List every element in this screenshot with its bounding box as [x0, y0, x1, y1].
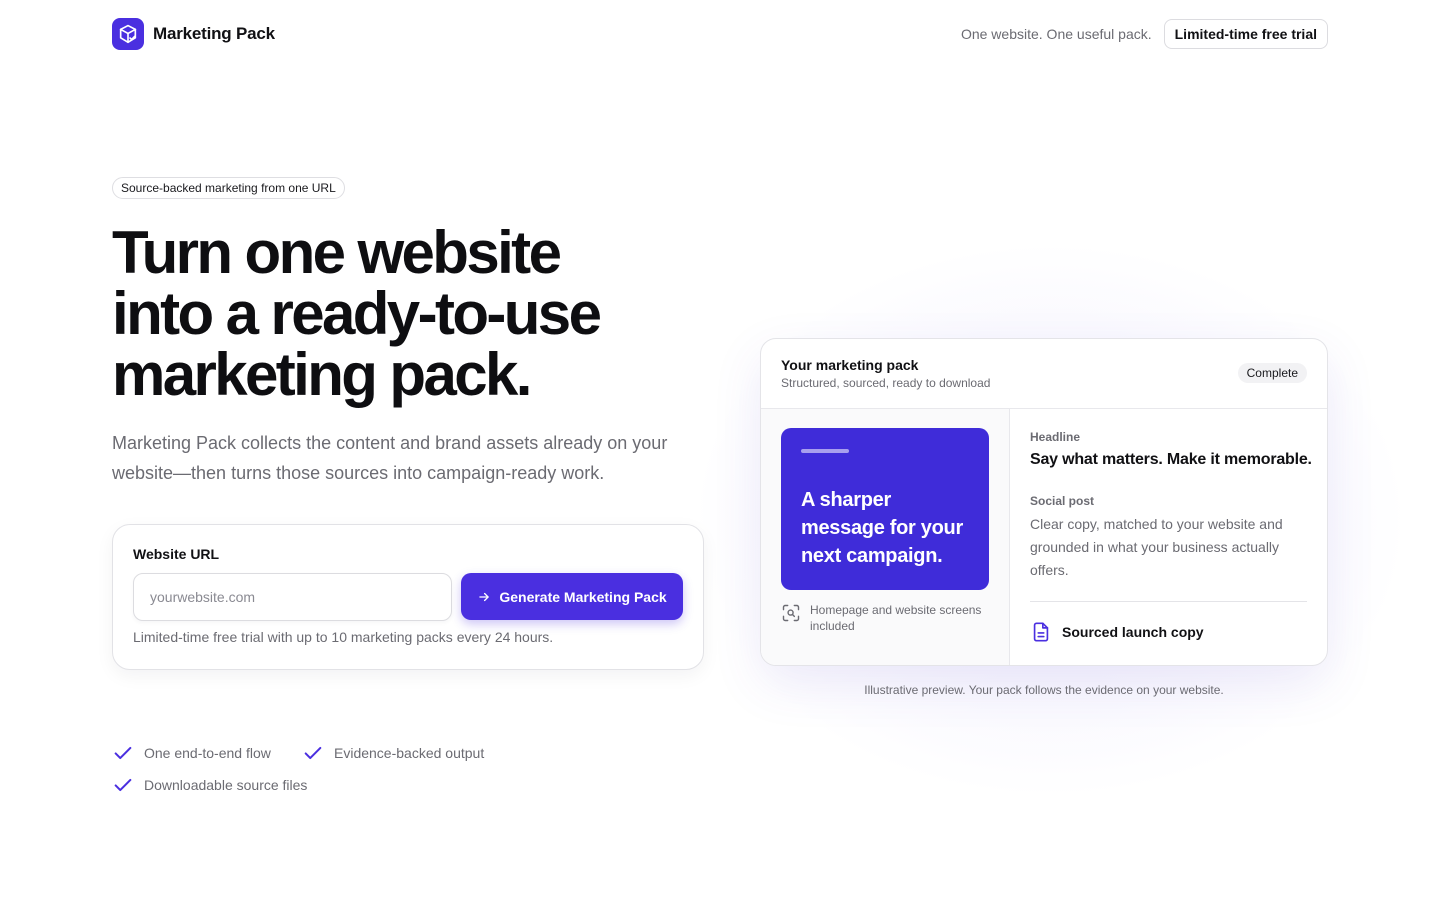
feature-label: One end-to-end flow: [144, 745, 271, 761]
preview-caption: Illustrative preview. Your pack follows …: [864, 683, 1224, 697]
hero-title-line-2: into a ready-to-use: [112, 280, 602, 347]
url-form-card: Website URL Generate Marketing Pack Limi…: [112, 524, 704, 670]
free-trial-pill: Limited-time free trial: [1163, 19, 1328, 49]
screens-included-row: Homepage and website screens included: [781, 602, 993, 634]
hero-title: Turn one website into a ready-to-use mar…: [112, 222, 712, 405]
divider: [1030, 601, 1307, 602]
check-icon: [112, 774, 134, 796]
tile-accent-bar: [801, 449, 849, 453]
hero-title-line-3: marketing pack.: [112, 341, 532, 408]
preview-title: Your marketing pack: [781, 357, 919, 373]
feature-label: Downloadable source files: [144, 777, 308, 793]
hero-title-line-1: Turn one website: [112, 219, 562, 286]
brand-name: Marketing Pack: [153, 24, 275, 43]
arrow-right-icon: [477, 590, 491, 604]
campaign-visual-tile: A sharper message for your next campaign…: [781, 428, 989, 590]
preview-content-panel: Headline Say what matters. Make it memor…: [1010, 409, 1327, 665]
website-url-input[interactable]: [133, 573, 452, 621]
feature-item: One end-to-end flow: [112, 742, 271, 764]
preview-visual-panel: A sharper message for your next campaign…: [761, 409, 1010, 665]
feature-item: Downloadable source files: [112, 774, 307, 796]
check-icon: [302, 742, 324, 764]
status-badge: Complete: [1237, 363, 1307, 383]
free-trial-note: Limited-time free trial with up to 10 ma…: [133, 629, 554, 645]
generate-button-label: Generate Marketing Pack: [499, 588, 667, 605]
check-icon: [112, 742, 134, 764]
scan-search-icon: [781, 603, 801, 623]
tile-text: A sharper message for your next campaign…: [801, 489, 963, 567]
hero-badge: Source-backed marketing from one URL: [112, 177, 345, 199]
header-tagline: One website. One useful pack.: [960, 26, 1152, 42]
feature-label: Evidence-backed output: [334, 745, 485, 761]
sourced-launch-copy-row: Sourced launch copy: [1030, 621, 1204, 643]
sourced-launch-copy-label: Sourced launch copy: [1062, 624, 1204, 640]
feature-item: Evidence-backed output: [302, 742, 484, 764]
header-right: One website. One useful pack. Limited-ti…: [961, 19, 1328, 49]
document-icon: [1030, 621, 1052, 643]
preview-subtitle: Structured, sourced, ready to download: [781, 376, 991, 390]
website-url-label: Website URL: [133, 546, 220, 562]
headline-value: Say what matters. Make it memorable.: [1030, 451, 1312, 468]
social-post-value: Clear copy, matched to your website and …: [1030, 516, 1283, 578]
package-icon: [112, 18, 144, 50]
screens-included-text: Homepage and website screens included: [810, 603, 982, 633]
preview-header: Your marketing pack Structured, sourced,…: [761, 339, 1327, 409]
brand[interactable]: Marketing Pack: [112, 18, 275, 50]
generate-marketing-pack-button[interactable]: Generate Marketing Pack: [461, 573, 683, 620]
headline-label: Headline: [1030, 430, 1081, 444]
site-header: Marketing Pack One website. One useful p…: [112, 16, 1328, 52]
hero-subtitle: Marketing Pack collects the content and …: [112, 433, 668, 483]
marketing-pack-preview: Your marketing pack Structured, sourced,…: [760, 338, 1328, 666]
social-post-label: Social post: [1030, 494, 1095, 508]
